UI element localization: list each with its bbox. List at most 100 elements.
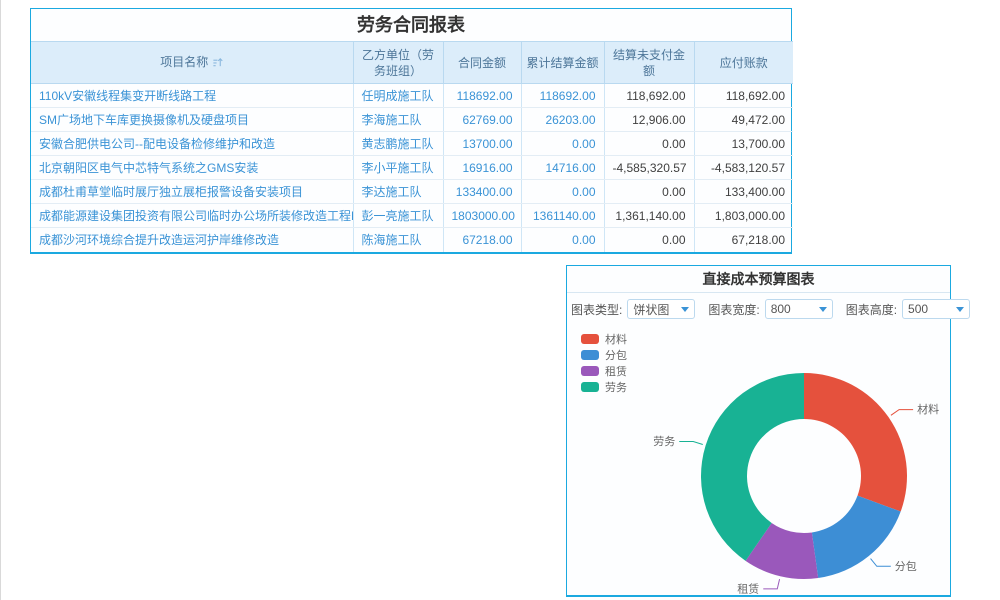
settled-total-link[interactable]: 1361140.00 [521,204,604,228]
project-link[interactable]: 110kV安徽线程集变开断线路工程 [31,84,353,108]
chevron-down-icon [956,307,964,312]
legend-label: 劳务 [605,379,627,395]
legend-marker [581,366,599,376]
settled-unpaid-value: 118,692.00 [604,84,694,108]
contract-amount-link[interactable]: 118692.00 [443,84,521,108]
pie-label: 劳务 [653,435,675,448]
screen-left-edge [0,0,1,600]
pie-label-line [871,559,891,567]
chart-width-label: 图表宽度: [708,301,759,318]
settled-total-link[interactable]: 26203.00 [521,108,604,132]
unit-link[interactable]: 任明成施工队 [353,84,443,108]
chart-height-group: 图表高度: 500 [846,299,970,319]
report-table: 项目名称 乙方单位（劳务班组） 合同金额 累计结算金额 结算未支付金额 应付账款… [31,41,793,252]
legend-label: 分包 [605,347,627,363]
column-header-project[interactable]: 项目名称 [31,42,353,84]
table-row: 成都能源建设集团投资有限公司临时办公场所装修改造工程EPC 彭一亮施工队 180… [31,204,793,228]
unit-link[interactable]: 黄志鹏施工队 [353,132,443,156]
pie-slice[interactable] [812,496,901,578]
chart-type-value: 饼状图 [633,301,669,318]
settled-total-link[interactable]: 0.00 [521,228,604,252]
unit-link[interactable]: 李小平施工队 [353,156,443,180]
pie-label-line [891,410,913,416]
column-header-contract-amount: 合同金额 [443,42,521,84]
chevron-down-icon [819,307,827,312]
table-row: 安徽合肥供电公司--配电设备检修维护和改造 黄志鹏施工队 13700.00 0.… [31,132,793,156]
project-link[interactable]: 安徽合肥供电公司--配电设备检修维护和改造 [31,132,353,156]
contract-amount-link[interactable]: 13700.00 [443,132,521,156]
pie-slice[interactable] [804,373,907,511]
unit-link[interactable]: 李海施工队 [353,108,443,132]
settled-total-link[interactable]: 0.00 [521,180,604,204]
table-row: 成都沙河环境综合提升改造运河护岸维修改造 陈海施工队 67218.00 0.00… [31,228,793,252]
settled-unpaid-value: 1,361,140.00 [604,204,694,228]
chart-height-select[interactable]: 500 [902,299,970,319]
legend-item-material[interactable]: 材料 [581,331,627,347]
chart-type-group: 图表类型: 饼状图 [571,299,695,319]
contract-amount-link[interactable]: 1803000.00 [443,204,521,228]
unit-link[interactable]: 陈海施工队 [353,228,443,252]
settled-unpaid-value: -4,585,320.57 [604,156,694,180]
chart-legend: 材料 分包 租赁 劳务 [581,331,627,395]
column-header-settled-total: 累计结算金额 [521,42,604,84]
settled-unpaid-value: 12,906.00 [604,108,694,132]
project-link[interactable]: 北京朝阳区电气中芯特气系统之GMS安装 [31,156,353,180]
payable-value: 67,218.00 [694,228,793,252]
settled-total-link[interactable]: 118692.00 [521,84,604,108]
chart-width-value: 800 [771,302,791,316]
chart-width-select[interactable]: 800 [765,299,833,319]
table-row: SM广场地下车库更换摄像机及硬盘项目 李海施工队 62769.00 26203.… [31,108,793,132]
payable-value: 133,400.00 [694,180,793,204]
pie-label-line [763,579,779,589]
chart-body: 材料 分包 租赁 劳务 材料分包租赁劳务 [567,325,950,596]
settled-total-link[interactable]: 14716.00 [521,156,604,180]
payable-value: 1,803,000.00 [694,204,793,228]
pie-label: 租赁 [737,581,759,595]
project-link[interactable]: SM广场地下车库更换摄像机及硬盘项目 [31,108,353,132]
contract-amount-link[interactable]: 67218.00 [443,228,521,252]
chart-title: 直接成本预算图表 [567,266,950,293]
report-title: 劳务合同报表 [31,9,791,41]
payable-value: 13,700.00 [694,132,793,156]
settled-unpaid-value: 0.00 [604,132,694,156]
payable-value: 49,472.00 [694,108,793,132]
payable-value: -4,583,120.57 [694,156,793,180]
settled-total-link[interactable]: 0.00 [521,132,604,156]
unit-link[interactable]: 彭一亮施工队 [353,204,443,228]
table-row: 北京朝阳区电气中芯特气系统之GMS安装 李小平施工队 16916.00 1471… [31,156,793,180]
chart-controls: 图表类型: 饼状图 图表宽度: 800 图表高度: 500 [567,293,950,325]
column-header-payable: 应付账款 [694,42,793,84]
unit-link[interactable]: 李达施工队 [353,180,443,204]
chart-width-group: 图表宽度: 800 [708,299,832,319]
legend-item-rental[interactable]: 租赁 [581,363,627,379]
project-link[interactable]: 成都杜甫草堂临时展厅独立展柜报警设备安装项目 [31,180,353,204]
pie-label-line [679,442,703,445]
chart-height-label: 图表高度: [846,301,897,318]
settled-unpaid-value: 0.00 [604,228,694,252]
legend-label: 租赁 [605,363,627,379]
pie-label: 材料 [917,402,939,416]
chart-type-label: 图表类型: [571,301,622,318]
table-row: 110kV安徽线程集变开断线路工程 任明成施工队 118692.00 11869… [31,84,793,108]
sort-icon[interactable] [212,56,223,72]
legend-item-labor[interactable]: 劳务 [581,379,627,395]
project-link[interactable]: 成都能源建设集团投资有限公司临时办公场所装修改造工程EPC [31,204,353,228]
project-link[interactable]: 成都沙河环境综合提升改造运河护岸维修改造 [31,228,353,252]
legend-item-subcontract[interactable]: 分包 [581,347,627,363]
column-header-settled-unpaid: 结算未支付金额 [604,42,694,84]
contract-amount-link[interactable]: 16916.00 [443,156,521,180]
legend-label: 材料 [605,331,627,347]
cost-budget-chart-panel: 直接成本预算图表 图表类型: 饼状图 图表宽度: 800 图表高度: 500 [566,265,951,597]
column-header-label: 项目名称 [160,55,208,69]
contract-amount-link[interactable]: 62769.00 [443,108,521,132]
chart-height-value: 500 [908,302,928,316]
pie-label: 分包 [895,560,917,573]
payable-value: 118,692.00 [694,84,793,108]
table-row: 成都杜甫草堂临时展厅独立展柜报警设备安装项目 李达施工队 133400.00 0… [31,180,793,204]
legend-marker [581,382,599,392]
header-row: 项目名称 乙方单位（劳务班组） 合同金额 累计结算金额 结算未支付金额 应付账款 [31,42,793,84]
labor-contract-report-panel: 劳务合同报表 项目名称 乙方单位（劳务班组） 合同金额 累计结算金额 结算未支付… [30,8,792,254]
contract-amount-link[interactable]: 133400.00 [443,180,521,204]
column-header-unit: 乙方单位（劳务班组） [353,42,443,84]
chart-type-select[interactable]: 饼状图 [627,299,695,319]
